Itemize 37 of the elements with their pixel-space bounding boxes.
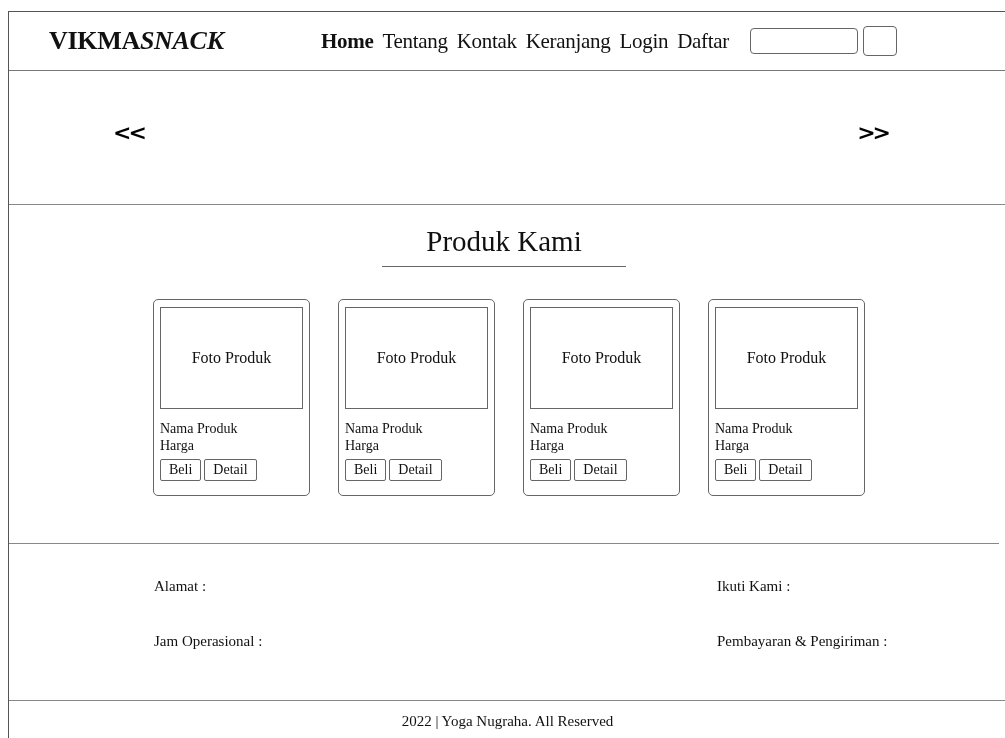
search-field[interactable]: [750, 28, 858, 54]
nav-link[interactable]: Login: [619, 28, 669, 54]
product-name: Nama Produk: [345, 421, 424, 436]
footer-label: Ikuti Kami :: [717, 578, 792, 595]
product-price: Harga: [530, 438, 564, 453]
buy-button[interactable]: Beli: [160, 459, 202, 481]
detail-button[interactable]: Detail: [204, 459, 257, 481]
detail-button[interactable]: Detail: [574, 459, 627, 481]
product-name: Nama Produk: [530, 421, 609, 436]
buy-button[interactable]: Beli: [530, 459, 572, 481]
footer-label: Alamat :: [154, 578, 208, 595]
nav-link[interactable]: Home: [321, 28, 374, 54]
buy-button[interactable]: Beli: [715, 459, 757, 481]
product-price: Harga: [715, 438, 749, 453]
product-name: Nama Produk: [715, 421, 794, 436]
nav-link[interactable]: Keranjang: [525, 28, 611, 54]
photo-label: Foto Produk: [376, 349, 457, 367]
nav-link[interactable]: Daftar: [677, 28, 729, 54]
photo-label: Foto Produk: [191, 349, 272, 367]
photo-label: Foto Produk: [561, 349, 642, 367]
footer-label: Pembayaran & Pengiriman :: [717, 633, 889, 650]
nav-link[interactable]: Kontak: [456, 28, 517, 54]
search-button[interactable]: [863, 26, 897, 56]
buy-button[interactable]: Beli: [345, 459, 387, 481]
product-price: Harga: [345, 438, 379, 453]
logo: VIKMASNACK: [49, 26, 227, 56]
product-price: Harga: [160, 438, 194, 453]
footer-label: Jam Operasional :: [154, 633, 264, 650]
photo-label: Foto Produk: [746, 349, 827, 367]
copyright-text: 2022 | Yoga Nugraha. All Reserved: [401, 713, 614, 729]
section-title: Produk Kami: [382, 225, 626, 267]
next-button[interactable]: >>: [857, 120, 888, 145]
product-name: Nama Produk: [160, 421, 239, 436]
detail-button[interactable]: Detail: [759, 459, 812, 481]
prev-button[interactable]: <<: [113, 120, 144, 145]
nav-link[interactable]: Tentang: [382, 28, 448, 54]
detail-button[interactable]: Detail: [389, 459, 442, 481]
